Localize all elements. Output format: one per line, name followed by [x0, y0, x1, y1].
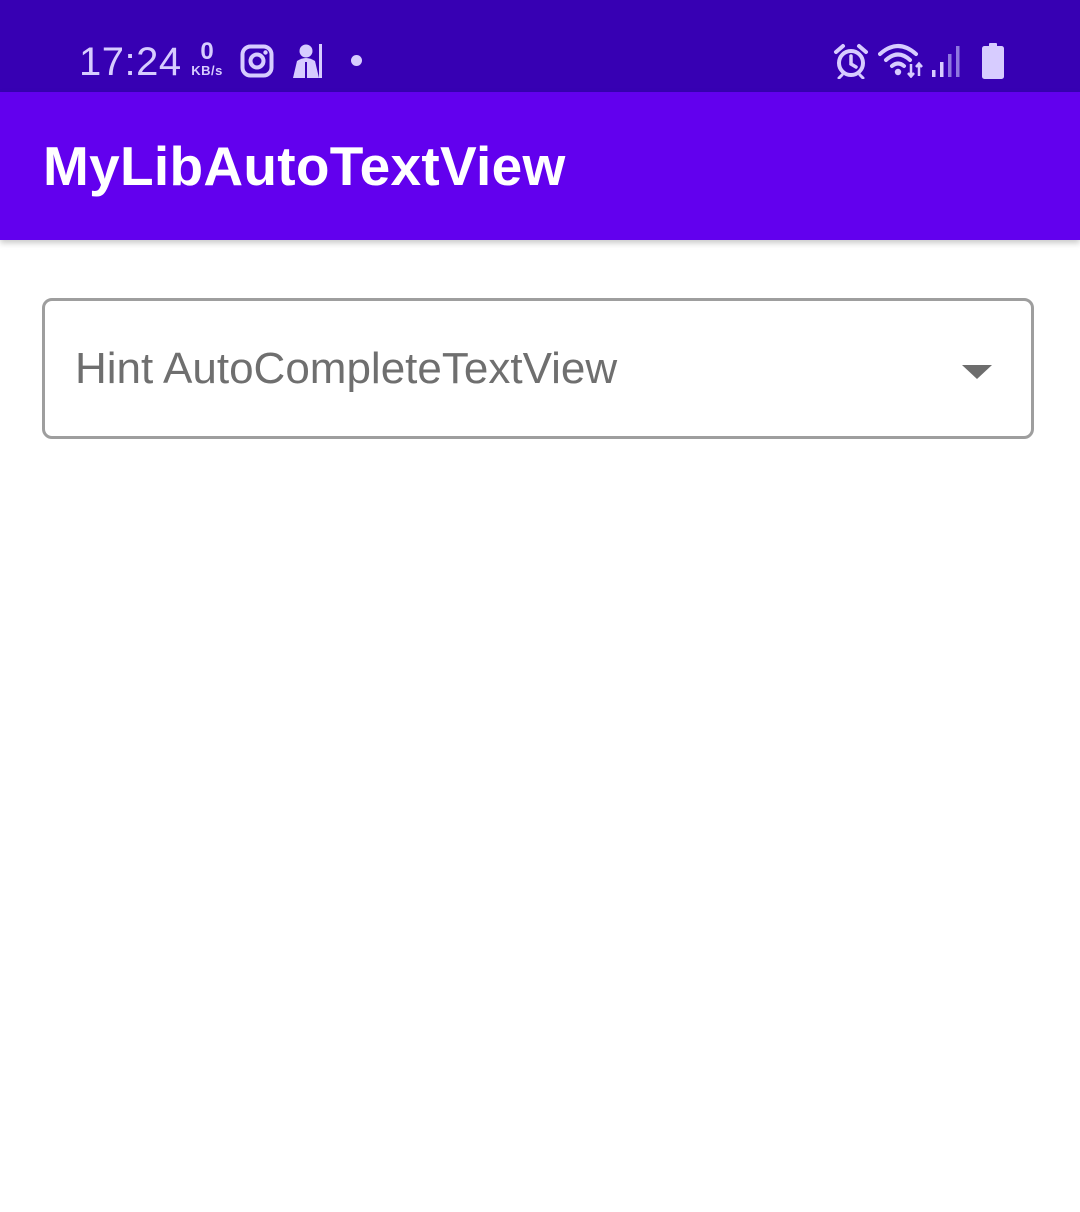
cellular-signal-icon — [931, 44, 963, 78]
app-bar: MyLibAutoTextView — [0, 92, 1080, 240]
network-speed: 0 KB/s — [187, 40, 227, 84]
autocomplete-text-field[interactable] — [42, 298, 1034, 439]
wifi-icon — [878, 42, 924, 78]
alarm-icon — [833, 43, 869, 79]
battery-icon — [982, 43, 1004, 79]
autocomplete-input[interactable] — [75, 301, 945, 436]
status-bar: 17:24 0 KB/s — [0, 0, 1080, 92]
network-speed-value: 0 — [200, 38, 214, 65]
notification-dot — [351, 55, 362, 66]
app-title: MyLibAutoTextView — [43, 135, 566, 197]
notification-app-icon — [289, 42, 327, 80]
instagram-icon — [240, 44, 274, 78]
network-speed-unit: KB/s — [191, 63, 223, 78]
dropdown-arrow-icon[interactable] — [962, 365, 992, 379]
status-time: 17:24 — [79, 40, 182, 84]
